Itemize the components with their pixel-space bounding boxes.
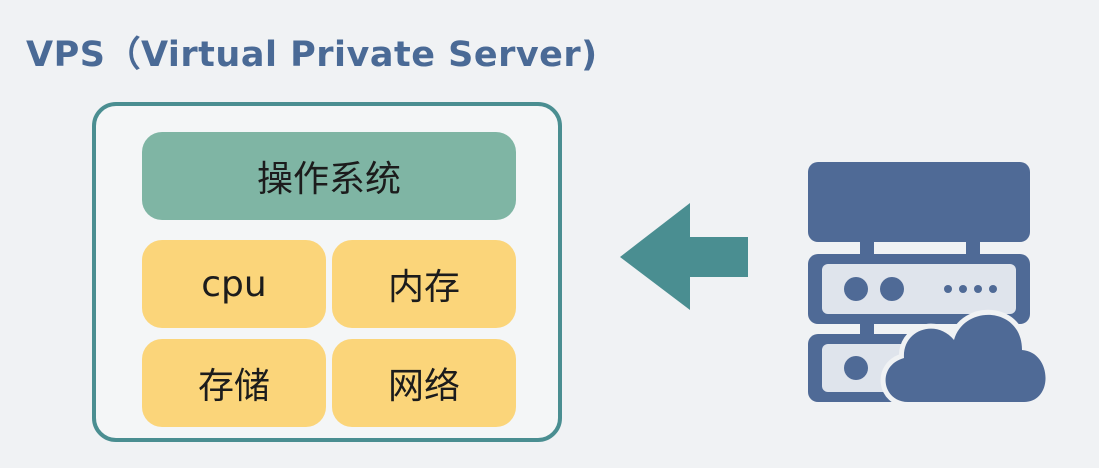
arrow-left-icon [620, 203, 748, 310]
diagram-title: VPS（Virtual Private Server) [26, 35, 598, 75]
resource-storage: 存储 [142, 339, 326, 427]
resource-cpu: cpu [142, 240, 326, 328]
os-block: 操作系统 [142, 132, 516, 220]
server-cloud-icon [808, 162, 1051, 407]
resource-memory: 内存 [332, 240, 516, 328]
resource-network: 网络 [332, 339, 516, 427]
